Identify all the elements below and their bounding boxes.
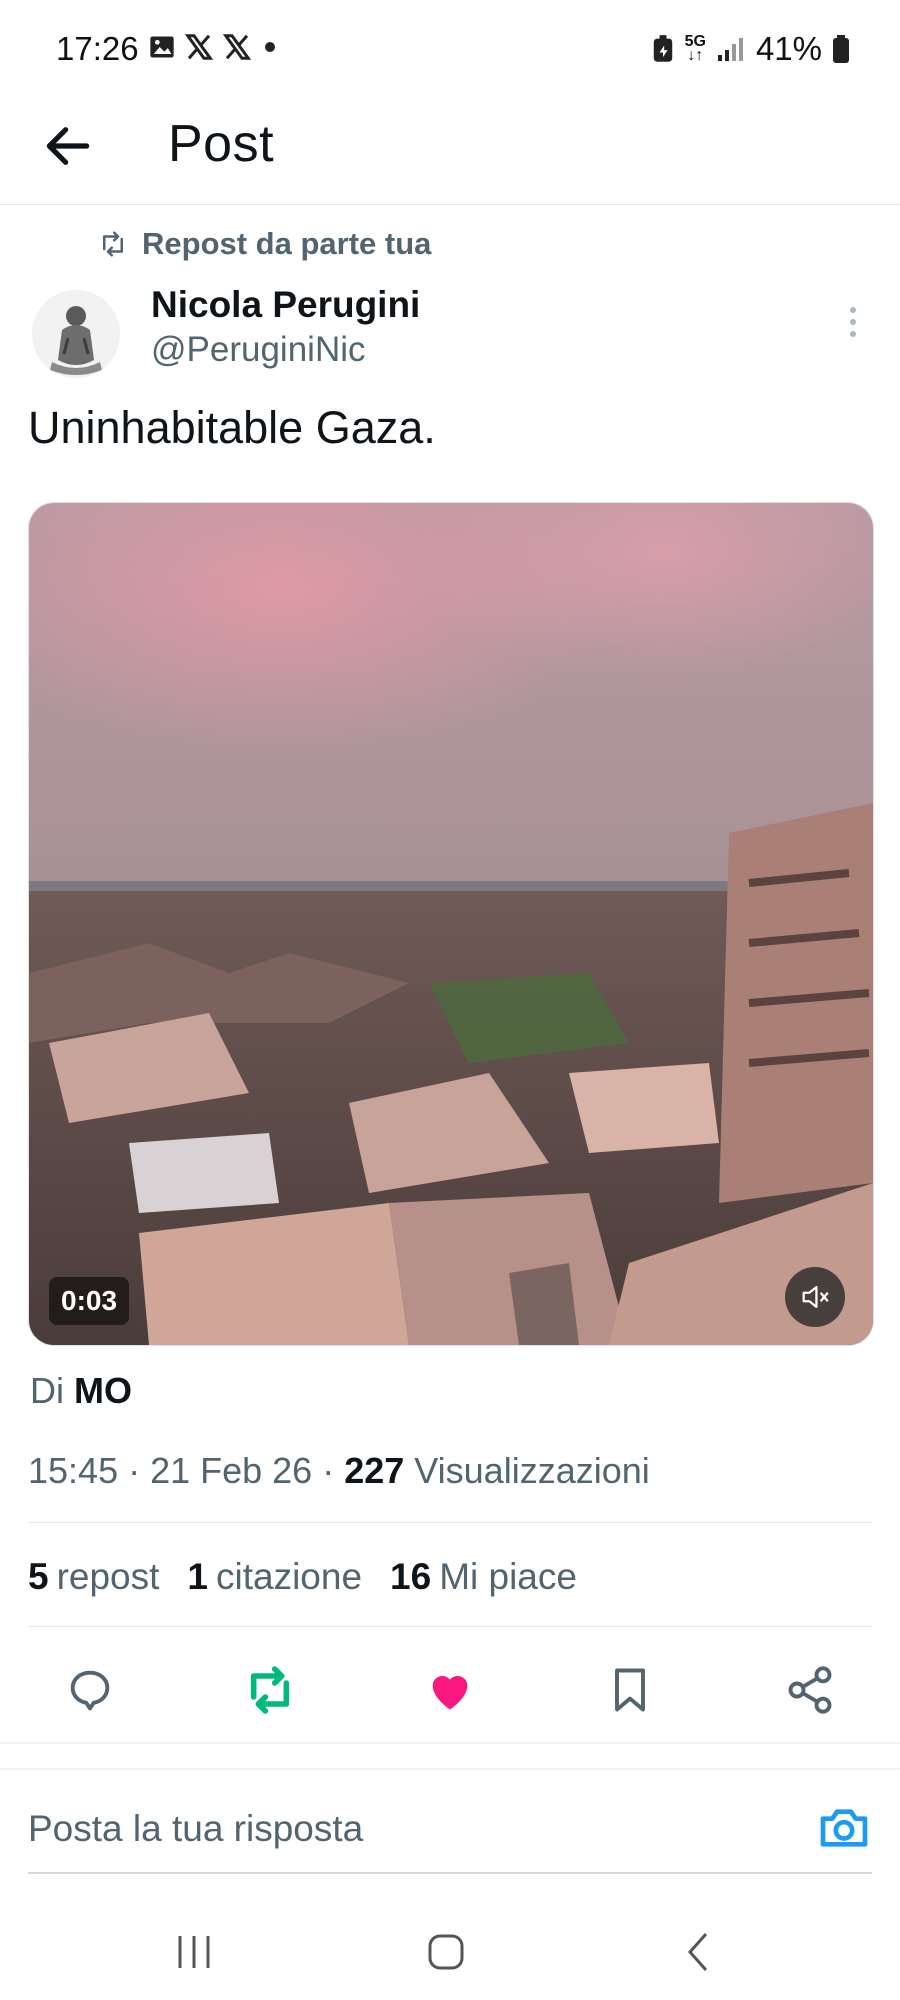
- mute-button[interactable]: [785, 1267, 845, 1327]
- avatar[interactable]: [32, 290, 120, 378]
- author-handle[interactable]: @PeruginiNic: [151, 330, 366, 370]
- status-time: 17:26: [56, 30, 139, 67]
- more-vertical-icon: [850, 307, 856, 337]
- status-bar: 17:26 5G ↓↑ 41%: [0, 0, 900, 100]
- back-nav-button[interactable]: [668, 1922, 728, 1982]
- bookmark-icon: [615, 1668, 645, 1712]
- more-options-button[interactable]: [838, 302, 868, 342]
- system-navigation-bar: [0, 1900, 900, 2000]
- video-thumbnail: [29, 503, 873, 1345]
- quotes-stat[interactable]: 1 citazione: [187, 1556, 362, 1598]
- reply-input[interactable]: Posta la tua risposta: [28, 1800, 872, 1874]
- back-button[interactable]: [40, 118, 96, 174]
- likes-stat[interactable]: 16 Mi piace: [390, 1556, 577, 1598]
- notification-icons: [148, 32, 280, 62]
- repost-label: Repost da parte tua: [142, 226, 432, 261]
- post-meta: 15:45 · 21 Feb 26 · 227 Visualizzazioni: [28, 1450, 650, 1492]
- repost-button[interactable]: [242, 1662, 298, 1718]
- share-icon: [788, 1666, 832, 1714]
- x-logo-icon: [222, 34, 252, 60]
- video-duration-badge: 0:03: [49, 1277, 130, 1325]
- arrow-left-icon: [46, 127, 90, 165]
- like-icon: [432, 1675, 468, 1710]
- author-name[interactable]: Nicola Perugini: [151, 284, 420, 326]
- divider: [28, 1522, 872, 1523]
- post-text: Uninhabitable Gaza.: [28, 402, 436, 453]
- dot-icon: [265, 42, 275, 52]
- share-button[interactable]: [782, 1662, 838, 1718]
- post-stats: 5 repost 1 citazione 16 Mi piace: [28, 1556, 577, 1598]
- divider: [28, 1626, 872, 1627]
- reply-icon: [70, 1670, 110, 1711]
- video-source: Di MO: [30, 1370, 132, 1412]
- source-name[interactable]: MO: [74, 1370, 132, 1411]
- action-bar: [0, 1640, 900, 1740]
- views-label: Visualizzazioni: [414, 1450, 650, 1491]
- repost-icon: [250, 1666, 290, 1714]
- battery-percent: 41%: [755, 30, 822, 67]
- page-title: Post: [168, 115, 275, 173]
- avatar-image: [32, 290, 120, 378]
- like-button[interactable]: [422, 1662, 478, 1718]
- bookmark-button[interactable]: [602, 1662, 658, 1718]
- repost-indicator: Repost da parte tua: [98, 226, 431, 262]
- post-timestamp: 15:45 · 21 Feb 26 ·: [28, 1450, 345, 1491]
- x-logo-icon: [184, 34, 214, 60]
- home-icon: [428, 1934, 464, 1970]
- camera-icon: [820, 1809, 868, 1847]
- signal-icon: [717, 38, 743, 61]
- volume-muted-icon: [802, 1285, 829, 1309]
- image-icon: [150, 36, 174, 58]
- video-player[interactable]: 0:03: [28, 502, 874, 1346]
- reply-placeholder: Posta la tua risposta: [28, 1808, 364, 1849]
- network-5g-icon: 5G ↓↑: [684, 33, 706, 64]
- recent-apps-button[interactable]: [164, 1922, 224, 1982]
- reposts-stat[interactable]: 5 repost: [28, 1556, 159, 1598]
- back-icon: [687, 1933, 708, 1971]
- divider: [0, 1742, 900, 1744]
- source-prefix: Di: [30, 1370, 64, 1411]
- recent-apps-icon: [178, 1936, 210, 1968]
- views-count: 227: [344, 1450, 405, 1491]
- system-icons: 5G ↓↑ 41%: [651, 30, 850, 68]
- top-bar: Post: [0, 100, 900, 205]
- battery-icon: [833, 35, 849, 63]
- divider: [0, 1768, 900, 1770]
- camera-button[interactable]: [816, 1800, 872, 1856]
- home-button[interactable]: [416, 1922, 476, 1982]
- reply-button[interactable]: [62, 1662, 118, 1718]
- repost-small-icon: [103, 231, 123, 257]
- battery-saver-icon: [653, 35, 672, 62]
